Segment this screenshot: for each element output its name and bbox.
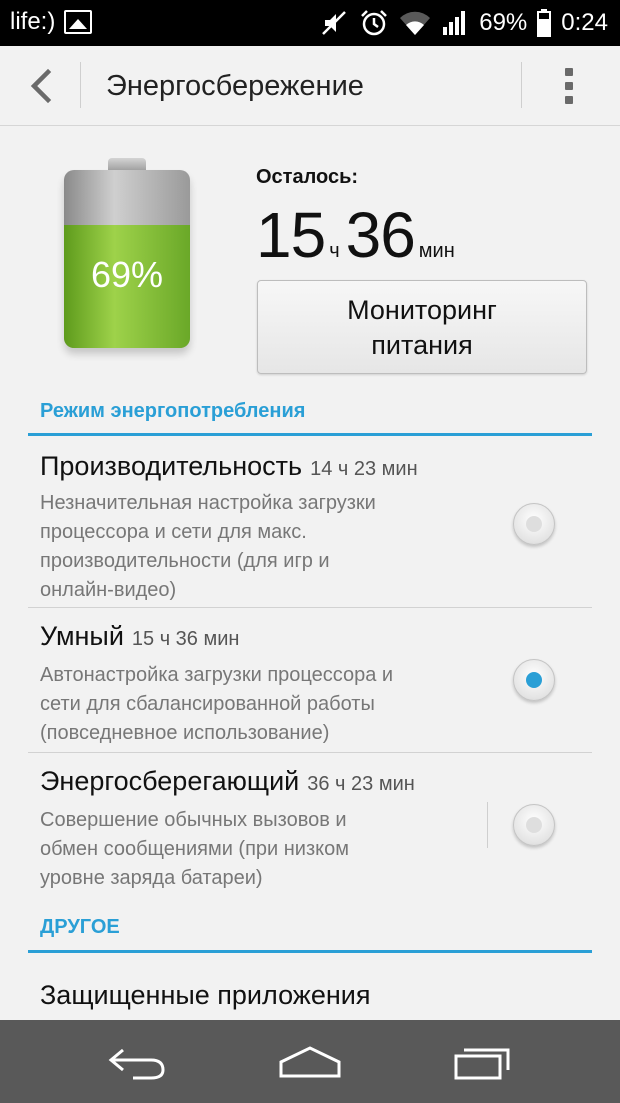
nav-back-button[interactable] xyxy=(103,1040,173,1084)
mode-title: Умный xyxy=(40,621,124,651)
power-monitor-label-line2: питания xyxy=(371,330,473,360)
mode-title: Производительность xyxy=(40,451,303,481)
battery-percent-label: 69% xyxy=(479,9,528,36)
other-header: ДРУГОЕ xyxy=(40,916,120,938)
mode-power-saving[interactable]: Энергосберегающий 36 ч 23 мин Совершение … xyxy=(0,766,620,896)
signal-icon xyxy=(441,9,469,37)
mode-description: Совершение обычных вызовов и обмен сообщ… xyxy=(40,809,349,889)
battery-graphic: 69% xyxy=(64,158,190,350)
mute-icon xyxy=(319,8,349,38)
minutes-unit: мин xyxy=(418,240,455,262)
alarm-icon xyxy=(359,8,389,38)
row-divider xyxy=(28,752,592,753)
mode-time: 15 ч 36 мин xyxy=(131,628,240,650)
image-icon xyxy=(64,10,92,34)
nav-recents-button[interactable] xyxy=(448,1040,518,1084)
mode-time: 36 ч 23 мин xyxy=(307,773,415,795)
wifi-icon xyxy=(399,9,431,37)
power-monitor-button[interactable]: Мониторинг питания xyxy=(257,280,587,374)
nav-bar xyxy=(0,1020,620,1103)
carrier-label: life:) xyxy=(10,8,56,35)
app-bar: Энергосбережение xyxy=(0,46,620,126)
power-mode-header: Режим энергопотребления xyxy=(40,400,306,422)
mode-performance-radio[interactable] xyxy=(513,503,555,545)
app-bar-divider xyxy=(521,62,522,108)
mode-power-saving-radio[interactable] xyxy=(513,804,555,846)
clock: 0:24 xyxy=(561,9,608,36)
hours-unit: ч xyxy=(329,240,340,262)
nav-home-button[interactable] xyxy=(275,1040,345,1084)
remaining-hours: 15 xyxy=(256,199,326,271)
page-title: Энергосбережение xyxy=(106,70,364,102)
overflow-menu-button[interactable] xyxy=(548,60,592,112)
mode-smart[interactable]: Умный 15 ч 36 мин Автонастройка загрузки … xyxy=(0,621,620,751)
vertical-divider xyxy=(487,802,488,848)
mode-smart-radio[interactable] xyxy=(513,659,555,701)
mode-performance[interactable]: Производительность 14 ч 23 мин Незначител… xyxy=(0,451,620,606)
back-arrow-icon xyxy=(30,68,52,104)
battery-body: 69% xyxy=(64,170,190,348)
home-nav-icon xyxy=(279,1046,341,1078)
back-nav-icon xyxy=(108,1048,165,1080)
back-button[interactable] xyxy=(16,60,68,112)
status-bar: life:) 69% 0:24 xyxy=(0,0,620,46)
protected-apps-item[interactable]: Защищенные приложения xyxy=(40,980,370,1011)
power-monitor-label-line1: Мониторинг xyxy=(347,295,497,325)
recents-nav-icon xyxy=(454,1048,510,1080)
app-bar-divider xyxy=(80,62,81,108)
mode-description: Незначительная настройка загрузки процес… xyxy=(40,492,376,601)
row-divider xyxy=(28,607,592,608)
remaining-label: Осталось: xyxy=(256,166,359,188)
section-divider xyxy=(28,433,592,436)
mode-time: 14 ч 23 мин xyxy=(310,458,418,480)
mode-title: Энергосберегающий xyxy=(40,766,300,796)
battery-icon xyxy=(537,9,552,37)
mode-description: Автонастройка загрузки процессора и сети… xyxy=(40,664,394,744)
remaining-time: 15 ч36 мин xyxy=(256,198,461,272)
section-divider xyxy=(28,950,592,953)
remaining-minutes: 36 xyxy=(345,199,416,271)
battery-percent: 69% xyxy=(90,254,164,295)
overflow-menu-icon xyxy=(565,68,573,76)
